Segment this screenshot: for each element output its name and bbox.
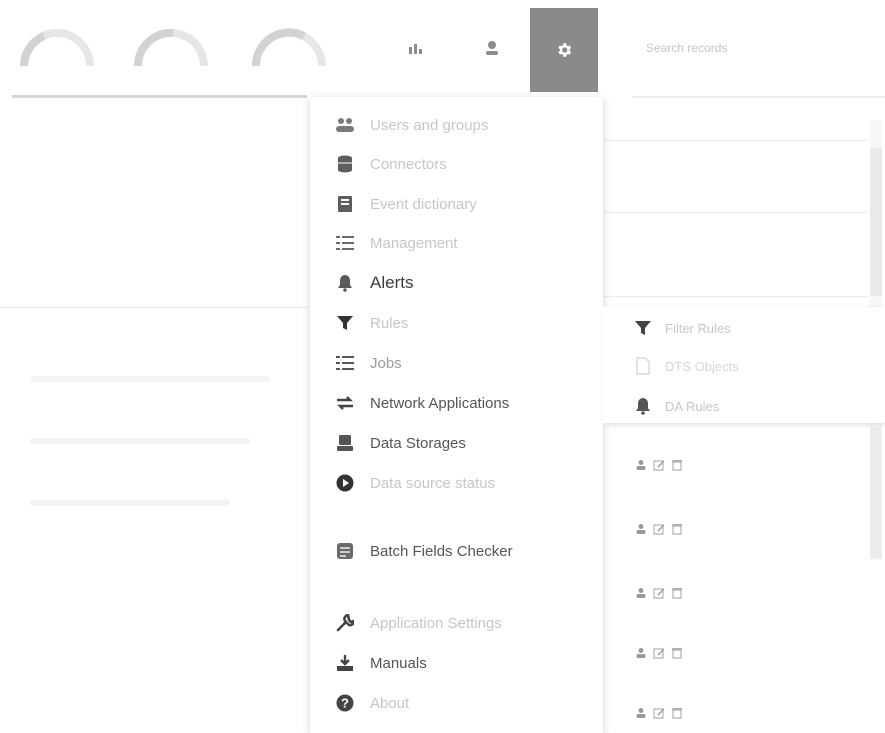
scrollbar-thumb[interactable] <box>870 148 882 296</box>
download-icon <box>334 652 356 674</box>
menu-item-management[interactable]: Management <box>334 231 458 255</box>
database-icon <box>334 153 356 175</box>
menu-item-application-settings[interactable]: Application Settings <box>334 611 502 635</box>
alerts-submenu: Filter Rules DTS Objects DA Rules <box>603 307 885 423</box>
list-icon <box>334 232 356 254</box>
background-row <box>30 438 250 444</box>
menu-item-label: Manuals <box>370 654 427 672</box>
menu-item-label: Network Applications <box>370 394 510 412</box>
svg-text:?: ? <box>341 696 349 711</box>
submenu-item-label: DTS Objects <box>665 358 739 374</box>
book-icon <box>334 193 356 215</box>
gear-icon <box>558 43 572 57</box>
bell-icon <box>633 396 653 416</box>
swap-icon <box>334 392 356 414</box>
settings-button[interactable] <box>530 8 598 92</box>
panel-divider <box>603 140 868 141</box>
chart-icon[interactable] <box>402 34 430 62</box>
storage-icon <box>334 432 356 454</box>
checker-icon <box>334 540 356 562</box>
top-bar <box>0 0 885 98</box>
menu-item-jobs[interactable]: Jobs <box>334 351 402 375</box>
menu-item-label: Event dictionary <box>370 195 477 213</box>
edit-icon[interactable] <box>652 586 666 600</box>
menu-item-label: Connectors <box>370 155 447 173</box>
menu-item-manuals[interactable]: Manuals <box>334 651 427 675</box>
user-icon[interactable] <box>634 706 648 720</box>
user-icon[interactable] <box>478 34 506 62</box>
menu-item-label: Alerts <box>370 273 414 292</box>
edit-icon[interactable] <box>652 522 666 536</box>
menu-item-data-storages[interactable]: Data Storages <box>334 431 466 455</box>
menu-item-label: Application Settings <box>370 614 502 632</box>
menu-item-rules[interactable]: Rules <box>334 311 408 335</box>
submenu-item-filter-rules[interactable]: Filter Rules <box>633 317 731 339</box>
search-input[interactable] <box>632 30 885 66</box>
menu-item-label: Users and groups <box>370 116 489 134</box>
trash-icon[interactable] <box>670 522 684 536</box>
gauge-icon <box>14 14 100 74</box>
content-divider <box>0 307 308 308</box>
menu-item-label: Management <box>370 234 458 252</box>
menu-item-users-and-groups[interactable]: Users and groups <box>334 113 488 137</box>
filter-icon <box>633 318 653 338</box>
header-divider <box>12 95 307 98</box>
users-icon <box>334 114 356 136</box>
panel-divider <box>603 296 868 297</box>
gauge-icon <box>246 14 332 74</box>
menu-item-label: Jobs <box>370 354 402 372</box>
menu-item-label: Batch Fields Checker <box>370 542 513 560</box>
submenu-item-label: DA Rules <box>665 398 720 414</box>
gauge-icon <box>128 14 214 74</box>
play-circle-icon <box>334 472 356 494</box>
menu-item-label: About <box>370 694 410 712</box>
question-icon: ? <box>334 692 356 714</box>
menu-item-connectors[interactable]: Connectors <box>334 152 447 176</box>
row-actions <box>634 706 684 720</box>
background-row <box>30 376 270 382</box>
trash-icon[interactable] <box>670 706 684 720</box>
menu-item-label: Data source status <box>370 474 496 492</box>
trash-icon[interactable] <box>670 646 684 660</box>
submenu-item-da-rules[interactable]: DA Rules <box>633 395 719 417</box>
background-row <box>30 500 230 506</box>
scrollbar-thumb[interactable] <box>870 428 882 558</box>
list-icon <box>334 352 356 374</box>
menu-item-label: Data Storages <box>370 434 466 452</box>
menu-item-alerts[interactable]: Alerts <box>334 271 413 295</box>
user-icon[interactable] <box>634 522 648 536</box>
edit-icon[interactable] <box>652 458 666 472</box>
row-actions <box>634 522 684 536</box>
row-actions <box>634 586 684 600</box>
row-actions <box>634 646 684 660</box>
trash-icon[interactable] <box>670 458 684 472</box>
filter-icon <box>334 312 356 334</box>
menu-item-label: Rules <box>370 314 409 332</box>
menu-item-batch-fields-checker[interactable]: Batch Fields Checker <box>334 539 513 563</box>
menu-item-event-dictionary[interactable]: Event dictionary <box>334 192 477 216</box>
menu-item-about[interactable]: ? About <box>334 691 409 715</box>
submenu-item-label: Filter Rules <box>665 320 731 336</box>
file-icon <box>633 356 653 376</box>
menu-item-network-applications[interactable]: Network Applications <box>334 391 509 415</box>
submenu-item-dts-objects[interactable]: DTS Objects <box>633 355 739 377</box>
row-actions <box>634 458 684 472</box>
wrench-icon <box>334 612 356 634</box>
user-icon[interactable] <box>634 586 648 600</box>
edit-icon[interactable] <box>652 646 666 660</box>
bell-icon <box>334 272 356 294</box>
settings-dropdown-menu: Users and groups Connectors Event dictio… <box>310 97 603 733</box>
trash-icon[interactable] <box>670 586 684 600</box>
user-icon[interactable] <box>634 458 648 472</box>
menu-item-data-source-status[interactable]: Data source status <box>334 471 495 495</box>
panel-divider <box>603 212 868 213</box>
search-underline <box>632 96 885 98</box>
user-icon[interactable] <box>634 646 648 660</box>
edit-icon[interactable] <box>652 706 666 720</box>
